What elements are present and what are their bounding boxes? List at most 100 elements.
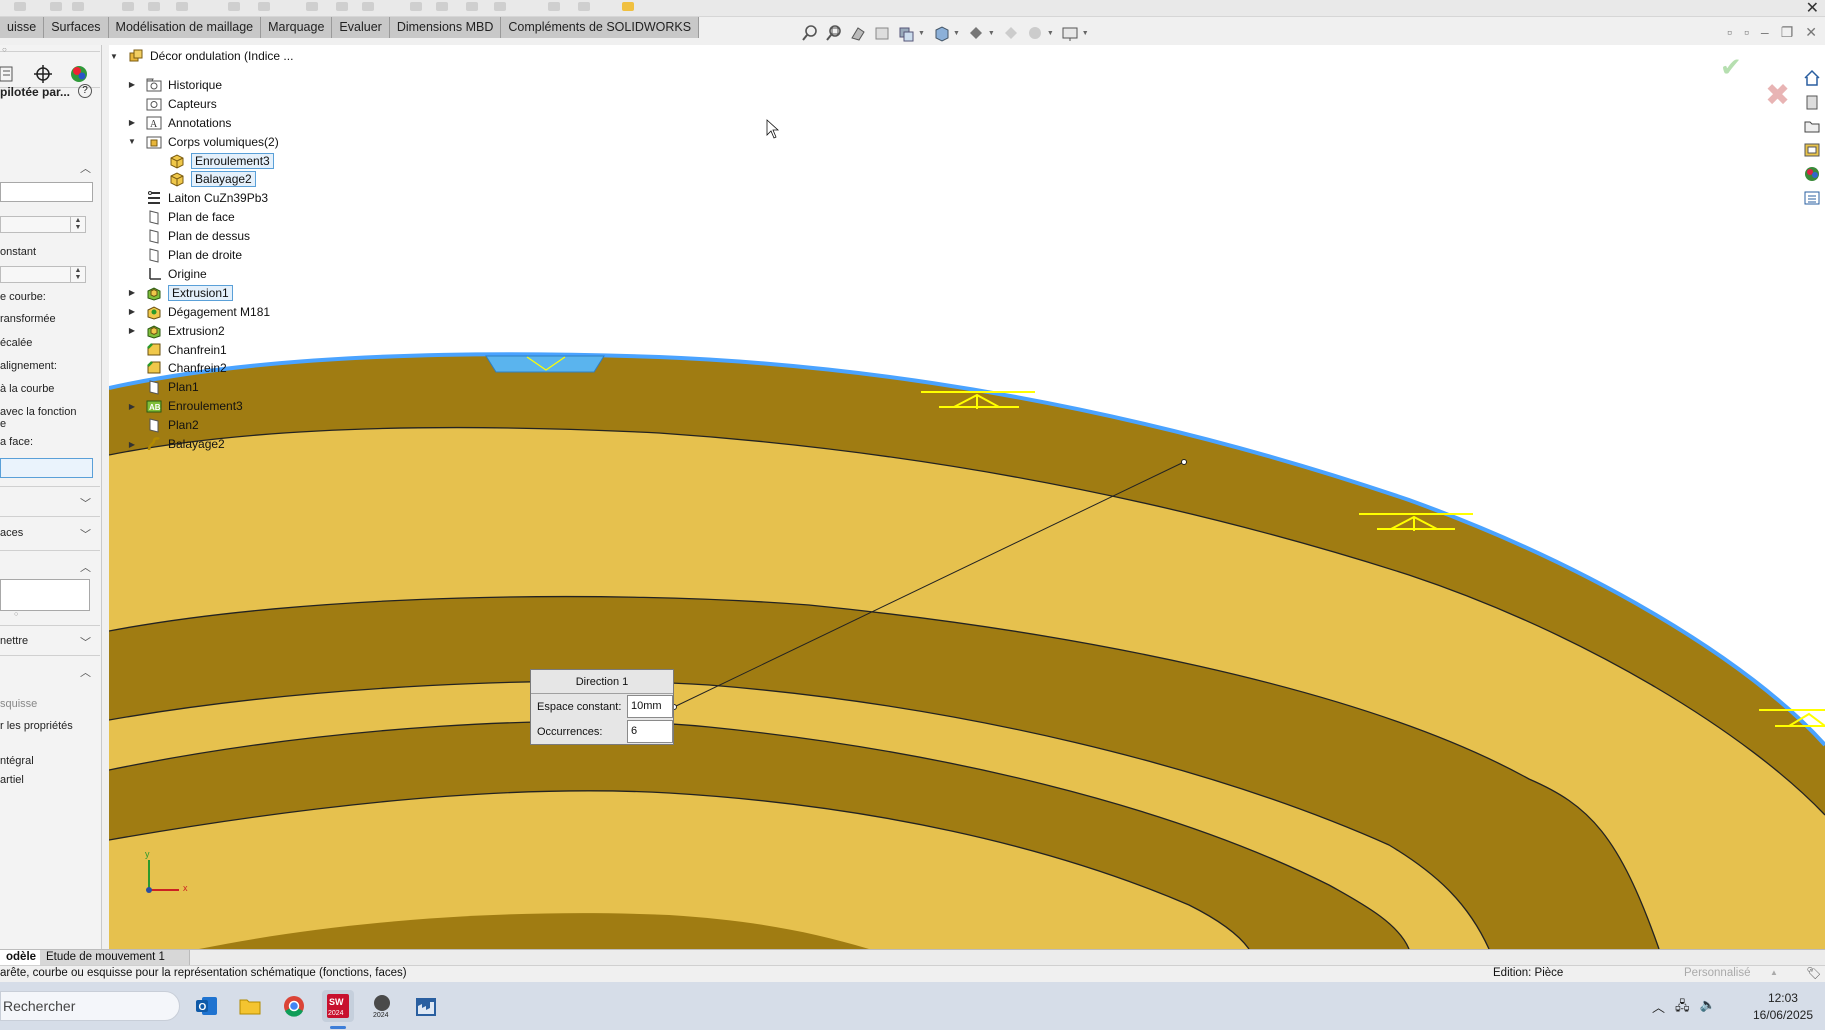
configuration-manager-icon[interactable] xyxy=(0,64,18,84)
chevron-down-icon[interactable]: ▼ xyxy=(988,30,995,37)
chevron-down-icon[interactable]: ▼ xyxy=(918,30,925,37)
tree-item-balayage2[interactable]: Balayage2 xyxy=(150,169,256,189)
chevron-right-icon[interactable]: ▶ xyxy=(127,440,137,449)
tree-item-plan-de-dessus[interactable]: Plan de dessus xyxy=(127,226,250,246)
factory-app-icon[interactable] xyxy=(410,990,442,1022)
chevron-right-icon[interactable]: ▶ xyxy=(127,80,137,89)
propagate-properties-option[interactable]: r les propriétés xyxy=(0,720,73,732)
confirm-check-icon[interactable]: ✔ xyxy=(1720,52,1742,83)
tab-model[interactable]: odèle xyxy=(0,950,44,965)
chevron-down-icon[interactable]: ﹀ xyxy=(80,495,91,511)
tree-item-historique[interactable]: ▶ Historique xyxy=(127,75,222,95)
chevron-right-icon[interactable]: ▶ xyxy=(127,118,137,127)
offset-curve-option[interactable]: écalée xyxy=(0,337,32,349)
tile-left-icon[interactable]: ▫ xyxy=(1727,24,1732,41)
value-spinner[interactable]: ▲ ▼ xyxy=(0,216,86,233)
display-style-icon[interactable] xyxy=(966,23,986,43)
options-section[interactable]: nettre xyxy=(0,635,28,647)
edit-appearance-icon[interactable] xyxy=(1025,23,1045,43)
chevron-right-icon[interactable]: ▶ xyxy=(127,307,137,316)
chevron-down-icon[interactable]: ▼ xyxy=(1047,30,1054,37)
chevron-right-icon[interactable]: ▶ xyxy=(127,402,137,411)
cancel-x-icon[interactable]: ✖ xyxy=(1765,78,1790,113)
transformed-curve-option[interactable]: ransformée xyxy=(0,313,56,325)
appearances-icon[interactable] xyxy=(1802,164,1822,184)
previous-view-icon[interactable] xyxy=(848,23,868,43)
tab-solidworks-addins[interactable]: Compléments de SOLIDWORKS xyxy=(501,17,700,38)
chevron-down-icon[interactable]: ﹀ xyxy=(80,634,91,650)
custom-properties-icon[interactable] xyxy=(1802,188,1822,208)
tree-item-laiton-cuzn39pb3[interactable]: Laiton CuZn39Pb3 xyxy=(127,188,268,208)
tree-item-chanfrein2[interactable]: Chanfrein2 xyxy=(127,358,227,378)
view-orientation-icon[interactable] xyxy=(931,23,951,43)
tab-sketch[interactable]: uisse xyxy=(0,17,45,38)
tree-item-capteurs[interactable]: Capteurs xyxy=(127,94,217,114)
tree-item-annotations[interactable]: ▶ A Annotations xyxy=(127,113,231,133)
spacing-input[interactable]: 10mm xyxy=(627,695,673,718)
search-box[interactable]: Rechercher xyxy=(0,991,180,1021)
chevron-down-icon[interactable]: ﹀ xyxy=(80,526,91,542)
resources-icon[interactable] xyxy=(1802,92,1822,112)
chevron-up-icon[interactable]: ︿ xyxy=(80,160,91,176)
tree-item-corps-volumiques-2[interactable]: ▼ Corps volumiques(2) xyxy=(127,132,279,152)
spin-arrows-icon[interactable]: ▲ ▼ xyxy=(70,217,85,232)
chevron-up-icon[interactable]: ▲ xyxy=(1770,968,1778,977)
section-view-icon[interactable] xyxy=(872,23,892,43)
selection-field[interactable] xyxy=(0,182,93,202)
view-settings-icon[interactable] xyxy=(1060,23,1080,43)
help-icon[interactable]: ? xyxy=(78,84,92,98)
tree-item-plan1[interactable]: Plan1 xyxy=(127,377,199,397)
resize-handle-icon[interactable]: ○ xyxy=(14,611,18,618)
file-explorer-icon[interactable] xyxy=(234,990,266,1022)
collapse-handle-icon[interactable]: ○ xyxy=(2,45,7,54)
view-palette-icon[interactable] xyxy=(1802,140,1822,160)
chrome-icon[interactable] xyxy=(278,990,310,1022)
constant-spacing-option[interactable]: onstant xyxy=(0,246,36,258)
chevron-down-icon[interactable]: ▼ xyxy=(109,52,119,61)
home-icon[interactable] xyxy=(1802,68,1822,88)
units-menu[interactable]: Personnalisé xyxy=(1684,967,1750,979)
chevron-down-icon[interactable]: ▼ xyxy=(953,30,960,37)
chevron-up-icon[interactable]: ︿ xyxy=(80,559,91,575)
partial-preview-option[interactable]: artiel xyxy=(0,774,24,786)
tree-item-extrusion2[interactable]: ▶ Extrusion2 xyxy=(127,321,225,341)
tree-root[interactable]: ▼ Décor ondulation (Indice ... xyxy=(109,46,293,66)
zoom-to-fit-icon[interactable] xyxy=(800,23,820,43)
tree-item-extrusion1[interactable]: ▶ Extrusion1 xyxy=(127,283,233,303)
chevron-right-icon[interactable]: ▶ xyxy=(127,288,137,297)
faces-to-pattern-section[interactable]: aces xyxy=(0,527,23,539)
solidworks-2024-icon[interactable]: SW 2024 xyxy=(322,990,354,1022)
full-preview-option[interactable]: ntégral xyxy=(0,755,34,767)
tree-item-origine[interactable]: Origine xyxy=(127,264,207,284)
system-clock[interactable]: 12:03 16/06/2025 xyxy=(1753,990,1813,1024)
chevron-down-icon[interactable]: ▼ xyxy=(1082,30,1089,37)
hide-show-items-icon[interactable] xyxy=(1001,23,1021,43)
chevron-up-icon[interactable]: ︿ xyxy=(1652,997,1665,1019)
tangent-to-curve-option[interactable]: à la courbe xyxy=(0,383,54,395)
outlook-icon[interactable]: O xyxy=(190,990,222,1022)
tree-item-plan-de-droite[interactable]: Plan de droite xyxy=(127,245,242,265)
speaker-icon[interactable]: 🔈 xyxy=(1700,997,1716,1019)
bodies-selection-field[interactable] xyxy=(0,579,90,611)
close-icon[interactable]: ✕ xyxy=(1805,24,1817,41)
tree-item-chanfrein1[interactable]: Chanfrein1 xyxy=(127,340,227,360)
tree-item-degagement-m181[interactable]: ▶ Dégagement M181 xyxy=(127,302,270,322)
dynamic-annotation-view-icon[interactable] xyxy=(896,23,916,43)
sketch-option[interactable]: squisse xyxy=(0,698,37,710)
tab-mbd-dimensions[interactable]: Dimensions MBD xyxy=(389,17,502,38)
tab-markup[interactable]: Marquage xyxy=(261,17,333,38)
align-with-function-option[interactable]: avec la fonction xyxy=(0,406,76,418)
tile-right-icon[interactable]: ▫ xyxy=(1744,24,1749,41)
spin-arrows-icon[interactable]: ▲ ▼ xyxy=(70,267,85,282)
close-icon[interactable]: ✕ xyxy=(1806,0,1819,18)
face-selection-field[interactable] xyxy=(0,458,93,478)
tree-item-enroulement3[interactable]: Enroulement3 xyxy=(150,151,274,171)
tab-motion-study[interactable]: Etude de mouvement 1 xyxy=(40,950,190,965)
chevron-right-icon[interactable]: ▶ xyxy=(127,326,137,335)
display-manager-icon[interactable] xyxy=(68,63,90,85)
tag-icon[interactable]: 🏷 xyxy=(1806,966,1821,980)
minimize-icon[interactable]: – xyxy=(1761,24,1769,41)
tree-item-enroulement3[interactable]: ▶ AB Enroulement3 xyxy=(127,396,243,416)
tab-surfaces[interactable]: Surfaces xyxy=(44,17,109,38)
solidworks-2024-alt-icon[interactable]: 2024 xyxy=(366,990,398,1022)
